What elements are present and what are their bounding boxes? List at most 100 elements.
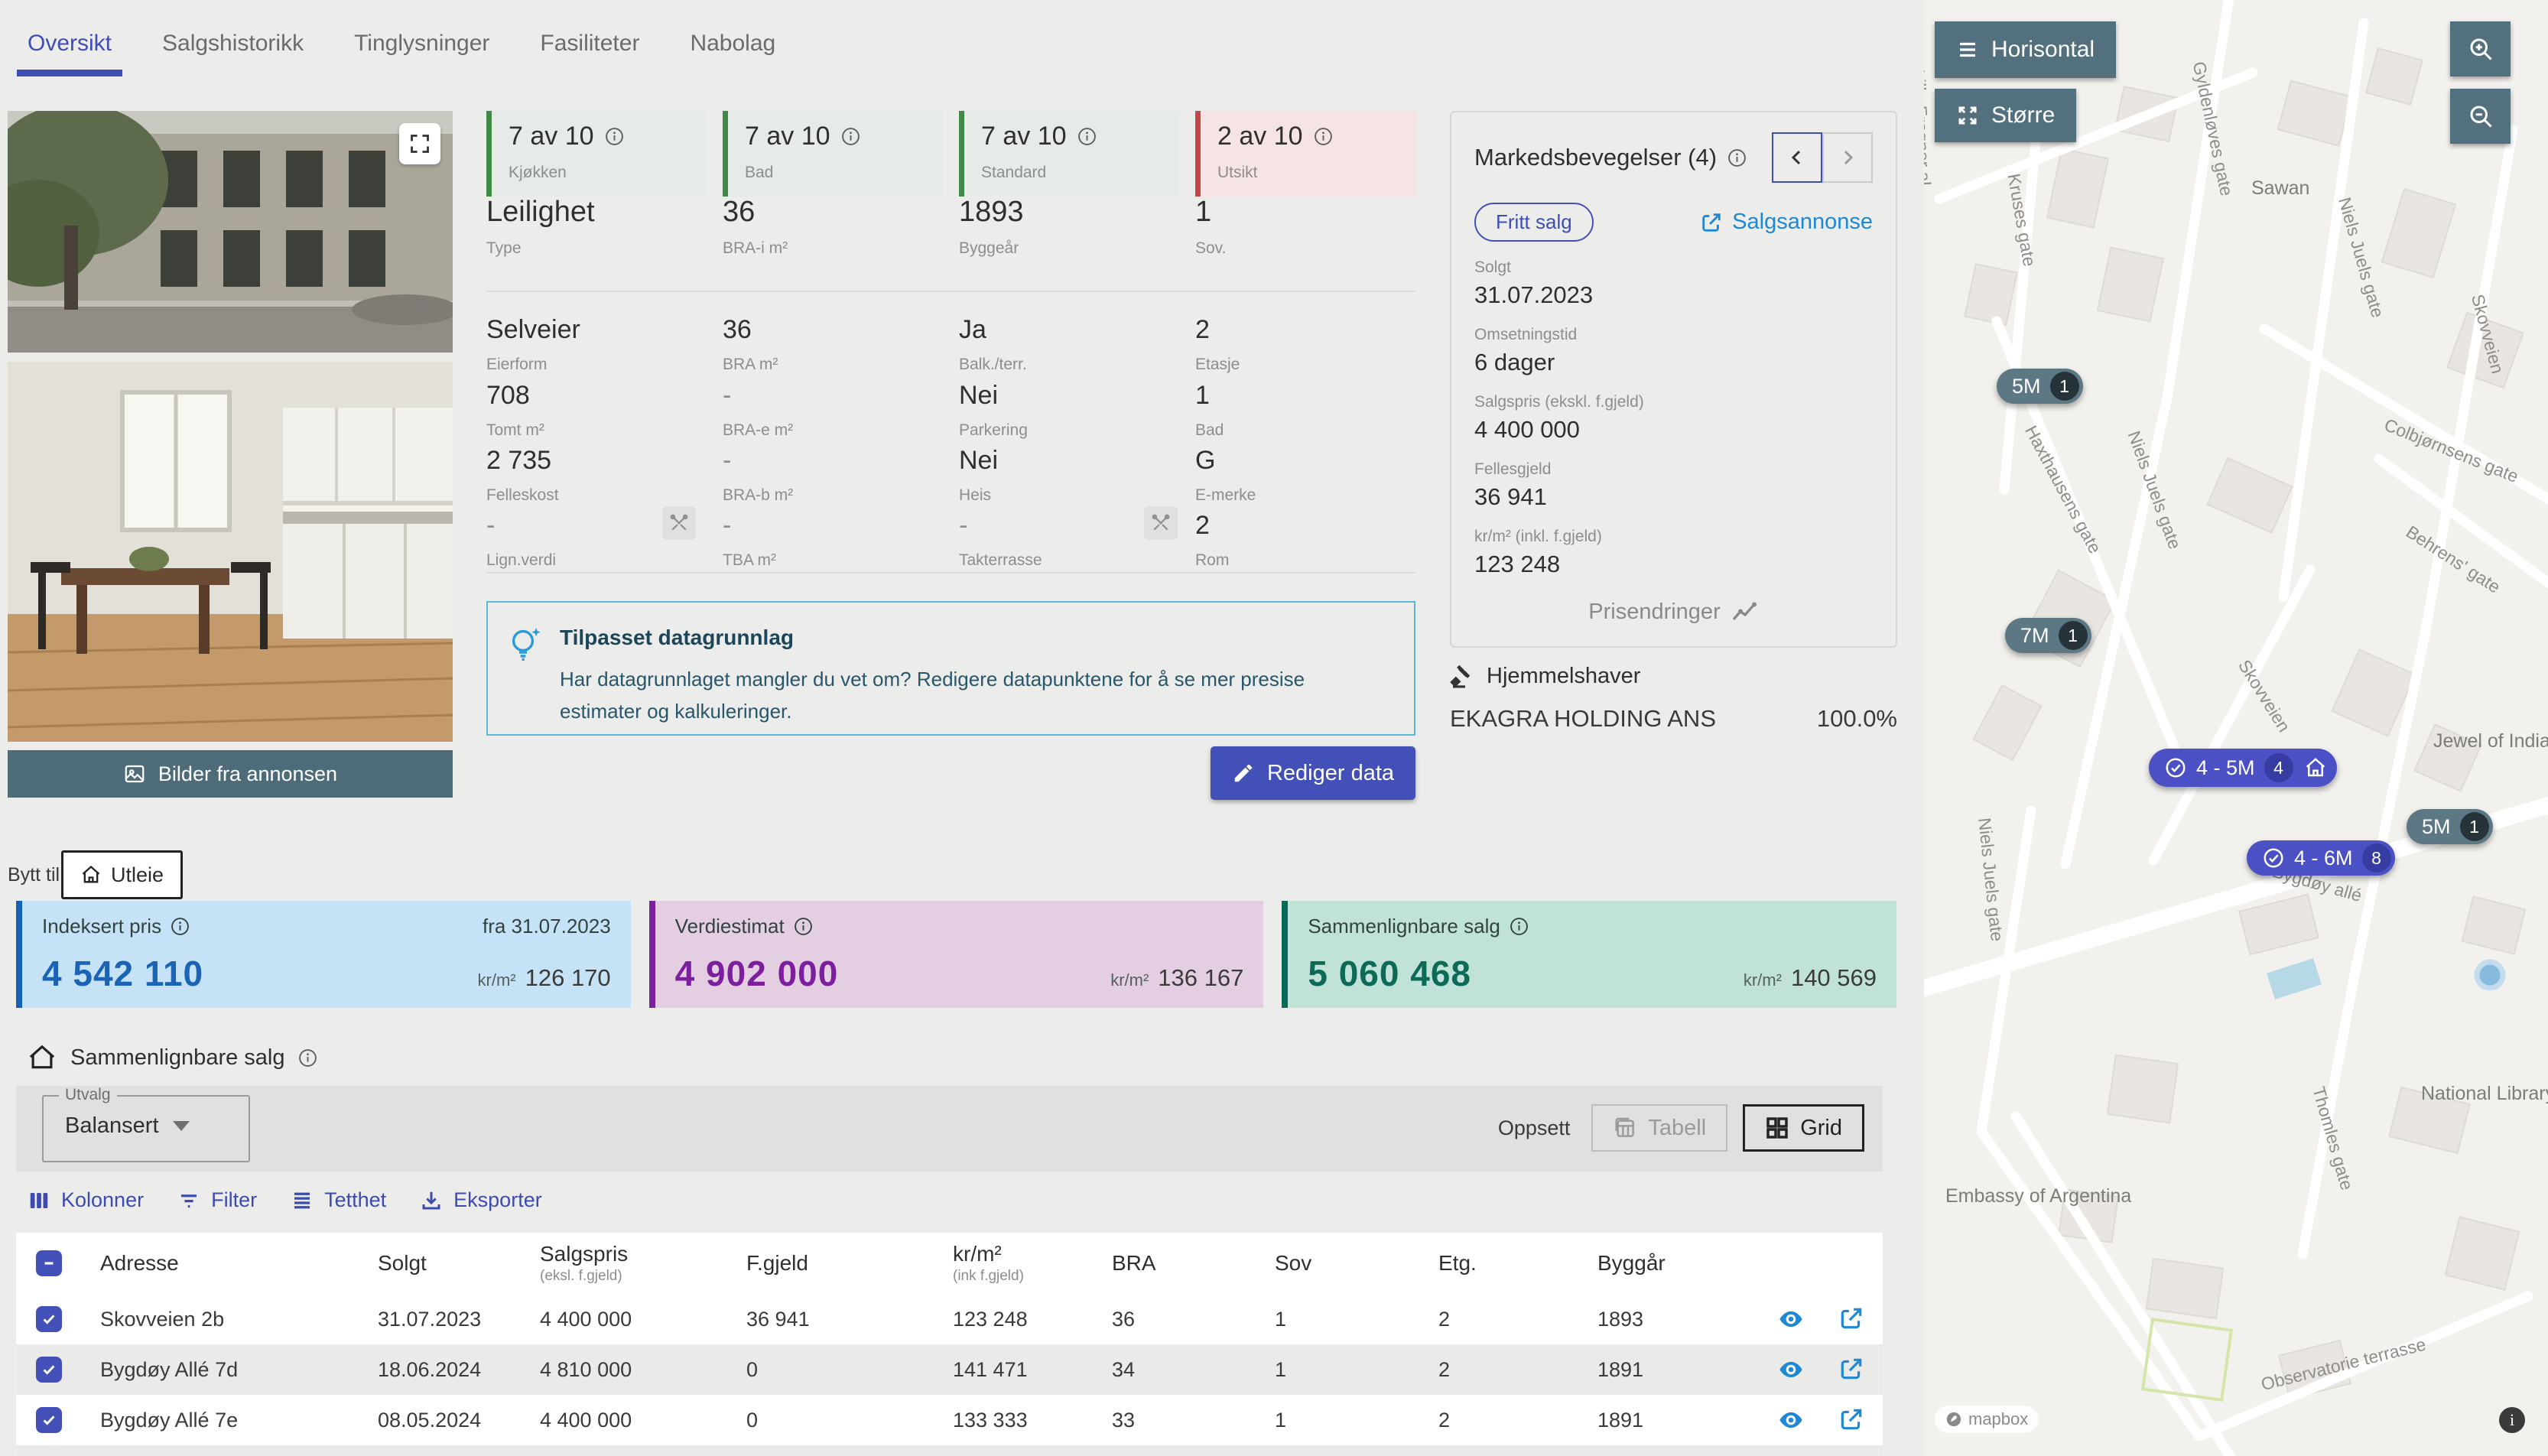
tab-tinglysninger[interactable]: Tinglysninger (354, 31, 489, 57)
rating-card-standard: 7 av 10 Standard (959, 111, 1179, 197)
attr-type: LeilighetType (486, 196, 595, 258)
table-row[interactable]: Skovveien 2b 31.07.2023 4 400 000 36 941… (16, 1294, 1883, 1344)
info-icon[interactable] (1077, 127, 1097, 146)
cell-byggar: 1893 (1597, 1308, 1773, 1331)
owner-name: EKAGRA HOLDING ANS (1450, 705, 1716, 733)
attr-tomt: 708Tomt m² (486, 381, 544, 440)
rediger-data-label: Rediger data (1267, 761, 1394, 786)
eye-icon[interactable] (1777, 1406, 1805, 1434)
photos-from-listing-button[interactable]: Bilder fra annonsen (8, 750, 453, 798)
info-icon[interactable] (1510, 917, 1529, 936)
info-icon[interactable] (605, 127, 624, 146)
table-row[interactable]: Bygdøy Allé 7d 18.06.2024 4 810 000 0 14… (16, 1344, 1883, 1395)
property-photo-kitchen[interactable] (8, 362, 453, 742)
info-icon[interactable] (841, 127, 860, 146)
horisontal-button[interactable]: Horisontal (1935, 21, 2116, 78)
estimate-unit: kr/m² (478, 970, 516, 990)
info-icon[interactable] (794, 917, 813, 936)
tab-salgshistorikk[interactable]: Salgshistorikk (162, 31, 304, 57)
info-icon[interactable] (1727, 148, 1747, 167)
tab-bar: Oversikt Salgshistorikk Tinglysninger Fa… (28, 31, 775, 57)
cell-adresse: Bygdøy Allé 7e (100, 1409, 378, 1432)
export-download-icon (420, 1189, 443, 1212)
prisendringer-link[interactable]: Prisendringer (1474, 600, 1873, 625)
external-link-icon[interactable] (1838, 1406, 1864, 1432)
select-all-checkbox[interactable] (36, 1250, 62, 1276)
info-icon[interactable] (298, 1048, 317, 1068)
utleie-button[interactable]: Utleie (61, 850, 183, 899)
table-row[interactable]: Bygdøy Allé 7e 08.05.2024 4 400 000 0 13… (16, 1395, 1883, 1445)
eksporter-button[interactable]: Eksporter (420, 1188, 542, 1212)
map-attribution-info-button[interactable]: i (2499, 1407, 2525, 1433)
market-field-salgspris: Salgspris (ekskl. f.gjeld)4 400 000 (1474, 393, 1873, 444)
col-krm2: kr/m²(ink f.gjeld) (953, 1242, 1112, 1285)
external-link-icon[interactable] (1838, 1356, 1864, 1382)
market-pager (1772, 132, 1873, 183)
tab-nabolag[interactable]: Nabolag (690, 31, 775, 57)
col-solgt: Solgt (378, 1251, 540, 1276)
eye-icon[interactable] (1777, 1356, 1805, 1383)
cell-sov: 1 (1275, 1358, 1438, 1382)
view-tabell-button[interactable]: Tabell (1591, 1104, 1727, 1152)
map-marker-5m[interactable]: 5M 1 (1997, 369, 2083, 404)
tab-fasiliteter[interactable]: Fasiliteter (540, 31, 639, 57)
marker-count: 8 (2362, 843, 2391, 873)
zoom-out-button[interactable] (2450, 89, 2511, 144)
kolonner-label: Kolonner (61, 1188, 144, 1212)
estimate-label: Indeksert pris (42, 915, 161, 938)
mapbox-label: mapbox (1968, 1409, 2028, 1429)
cell-salgspris: 4 810 000 (540, 1358, 746, 1382)
comparables-table: Adresse Solgt Salgspris(eksl. f.gjeld) F… (16, 1233, 1883, 1456)
map-marker-4-6m[interactable]: 4 - 6M 8 (2247, 840, 2395, 876)
search-plus-icon (2467, 35, 2494, 63)
house-icon (2304, 756, 2327, 779)
attr-sov: 1Sov. (1195, 196, 1226, 258)
tetthet-button[interactable]: Tetthet (291, 1188, 386, 1212)
map-marker-7m[interactable]: 7M 1 (2005, 618, 2091, 653)
utvalg-select[interactable]: Utvalg Balansert (42, 1095, 250, 1162)
row-checkbox[interactable] (36, 1357, 62, 1383)
rating-card-kjokken: 7 av 10 Kjøkken (486, 111, 707, 197)
fritt-salg-badge[interactable]: Fritt salg (1474, 203, 1594, 242)
map-marker-5m-2[interactable]: 5M 1 (2407, 809, 2493, 844)
cell-krm2: 123 248 (953, 1308, 1112, 1331)
row-checkbox[interactable] (36, 1306, 62, 1332)
table-row[interactable]: Bygdøy Allé 7b 12.06.2024 4 050 000 0 14… (16, 1445, 1883, 1456)
fullscreen-icon (409, 133, 431, 154)
external-link-icon[interactable] (1838, 1305, 1864, 1331)
grid-icon (1765, 1116, 1789, 1140)
pager-prev-button[interactable] (1772, 132, 1822, 183)
pager-next-button[interactable] (1822, 132, 1873, 183)
col-fgjeld: F.gjeld (746, 1251, 953, 1276)
storre-button[interactable]: Større (1935, 89, 2076, 142)
cell-sov: 1 (1275, 1308, 1438, 1331)
info-icon[interactable] (171, 917, 190, 936)
col-sov: Sov (1275, 1251, 1438, 1276)
estimate-unit: kr/m² (1744, 970, 1782, 990)
edit-datapoint-button[interactable] (1144, 506, 1178, 540)
edit-datapoint-button[interactable] (662, 506, 696, 540)
check-icon (41, 1412, 57, 1428)
eye-icon[interactable] (1777, 1305, 1805, 1333)
estimate-label: Verdiestimat (675, 915, 785, 938)
estimate-unit-value: 140 569 (1791, 964, 1877, 992)
property-photo-facade[interactable] (8, 111, 453, 353)
indeksert-pris-box: Indeksert pris fra 31.07.2023 4 542 110 … (16, 901, 631, 1008)
salgsannonse-link[interactable]: Salgsannonse (1700, 210, 1873, 235)
attr-bra-e: -BRA-e m² (723, 381, 793, 440)
map-panel[interactable]: Lille Frogner al Gyldenløves gate Sawan … (1924, 0, 2548, 1456)
photo-fullscreen-button[interactable] (399, 123, 440, 164)
kolonner-button[interactable]: Kolonner (28, 1188, 144, 1212)
map-marker-4-5m[interactable]: 4 - 5M 4 (2149, 749, 2337, 787)
rediger-data-button[interactable]: Rediger data (1211, 746, 1415, 800)
poi-label: Jewel of India (2433, 730, 2548, 752)
filter-button[interactable]: Filter (177, 1188, 257, 1212)
cell-fgjeld: 0 (746, 1358, 953, 1382)
zoom-in-button[interactable] (2450, 21, 2511, 76)
info-icon[interactable] (1314, 127, 1333, 146)
view-grid-button[interactable]: Grid (1743, 1104, 1864, 1152)
attr-eierform: SelveierEierform (486, 315, 580, 374)
tab-oversikt[interactable]: Oversikt (28, 31, 112, 57)
row-checkbox[interactable] (36, 1407, 62, 1433)
estimate-note: fra 31.07.2023 (483, 915, 611, 938)
